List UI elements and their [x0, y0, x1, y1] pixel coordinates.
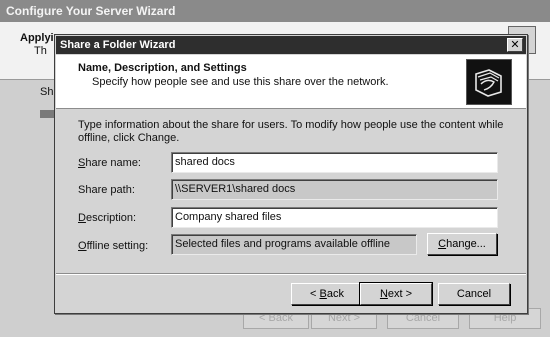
cancel-button[interactable]: Cancel: [438, 283, 510, 305]
offline-setting-field: Selected files and programs available of…: [171, 234, 417, 255]
close-icon: ✕: [510, 39, 520, 51]
share-name-input[interactable]: shared docs: [171, 152, 498, 173]
share-folder-wizard-dialog: Share a Folder Wizard ✕ Name, Descriptio…: [54, 34, 528, 314]
footer-divider: [56, 273, 526, 275]
next-button[interactable]: Next >: [359, 282, 433, 306]
offline-setting-label: Offline setting:: [78, 240, 149, 252]
page-title: Name, Description, and Settings: [78, 62, 247, 74]
share-name-label: Share name:: [78, 157, 141, 169]
instructions-text: Type information about the share for use…: [78, 119, 504, 144]
page-subtitle: Specify how people see and use this shar…: [92, 76, 389, 88]
change-button[interactable]: Change...: [427, 233, 497, 255]
dialog-title-bar[interactable]: Share a Folder Wizard ✕: [56, 36, 526, 54]
dialog-header-panel: Name, Description, and Settings Specify …: [56, 55, 526, 109]
back-button[interactable]: < Back: [291, 283, 363, 305]
bg-heading: Applyi: [20, 32, 54, 44]
description-label: Description:: [78, 212, 137, 224]
share-path-field: \\SERVER1\shared docs: [171, 179, 498, 200]
bg-subheading: Th: [34, 45, 47, 57]
close-button[interactable]: ✕: [507, 38, 523, 52]
bg-window-title: Configure Your Server Wizard: [6, 4, 176, 18]
share-path-label: Share path:: [78, 184, 135, 196]
shared-folder-icon: [466, 59, 512, 105]
description-input[interactable]: Company shared files: [171, 207, 498, 228]
bg-title-bar: Configure Your Server Wizard: [0, 0, 550, 22]
dialog-title: Share a Folder Wizard: [60, 39, 176, 51]
